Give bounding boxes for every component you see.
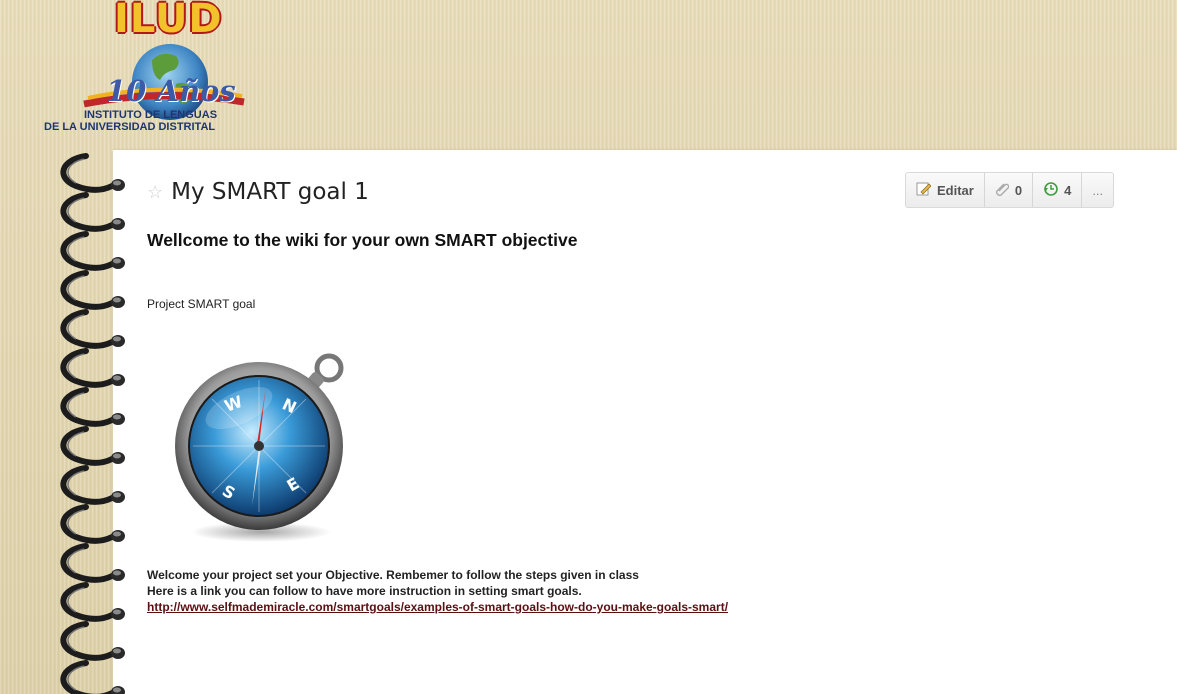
spiral-ring [60,231,125,271]
body-line-1: Welcome your project set your Objective.… [147,568,639,582]
spiral-ring [60,348,125,388]
spiral-ring [60,621,125,661]
history-icon [1043,181,1058,199]
wiki-page: ☆ My SMART goal 1 Editar 0 4 ... Wellcom… [113,150,1177,694]
page-heading: Wellcome to the wiki for your own SMART … [147,230,578,250]
page-toolbar: Editar 0 4 ... [905,172,1115,208]
star-icon[interactable]: ☆ [147,182,163,203]
more-button[interactable]: ... [1082,173,1113,207]
logo-institute-name: INSTITUTO DE LENGUAS [84,109,218,121]
edit-icon [916,181,932,199]
edit-button[interactable]: Editar [906,173,985,207]
comments-button[interactable]: 0 [985,173,1034,207]
spiral-ring [60,543,125,583]
logo-university-name: DE LA UNIVERSIDAD DISTRITAL [44,121,216,133]
title-row: ☆ My SMART goal 1 [147,176,369,208]
revisions-button[interactable]: 4 [1033,173,1083,207]
spiral-ring [60,582,125,622]
logo-anniversary: 10 Años [106,74,236,108]
page-title: My SMART goal 1 [171,179,369,205]
edit-label: Editar [937,182,974,198]
compass-image: W N S E [175,353,344,542]
revisions-count: 4 [1064,182,1072,198]
spiral-ring [60,387,125,427]
project-subtitle: Project SMART goal [147,297,256,311]
logo-title: ILUD [114,0,223,42]
paperclip-icon [995,181,1010,199]
spiral-ring [60,153,125,193]
spiral-ring [60,465,125,505]
site-logo[interactable]: ILUD 10 Años INSTITUTO DE LENGUAS DE LA … [44,0,274,140]
body-text: Welcome your project set your Objective.… [147,567,728,615]
comments-count: 0 [1014,182,1023,198]
spiral-ring [60,504,125,544]
more-label: ... [1092,182,1104,198]
spiral-ring [60,660,125,694]
spiral-ring [60,426,125,466]
spiral-ring [60,309,125,349]
body-line-2: Here is a link you can follow to have mo… [147,584,582,598]
smart-goals-link[interactable]: http://www.selfmademiracle.com/smartgoal… [147,600,728,614]
spiral-ring [60,192,125,232]
spiral-ring [60,270,125,310]
spiral-binding [60,153,125,694]
